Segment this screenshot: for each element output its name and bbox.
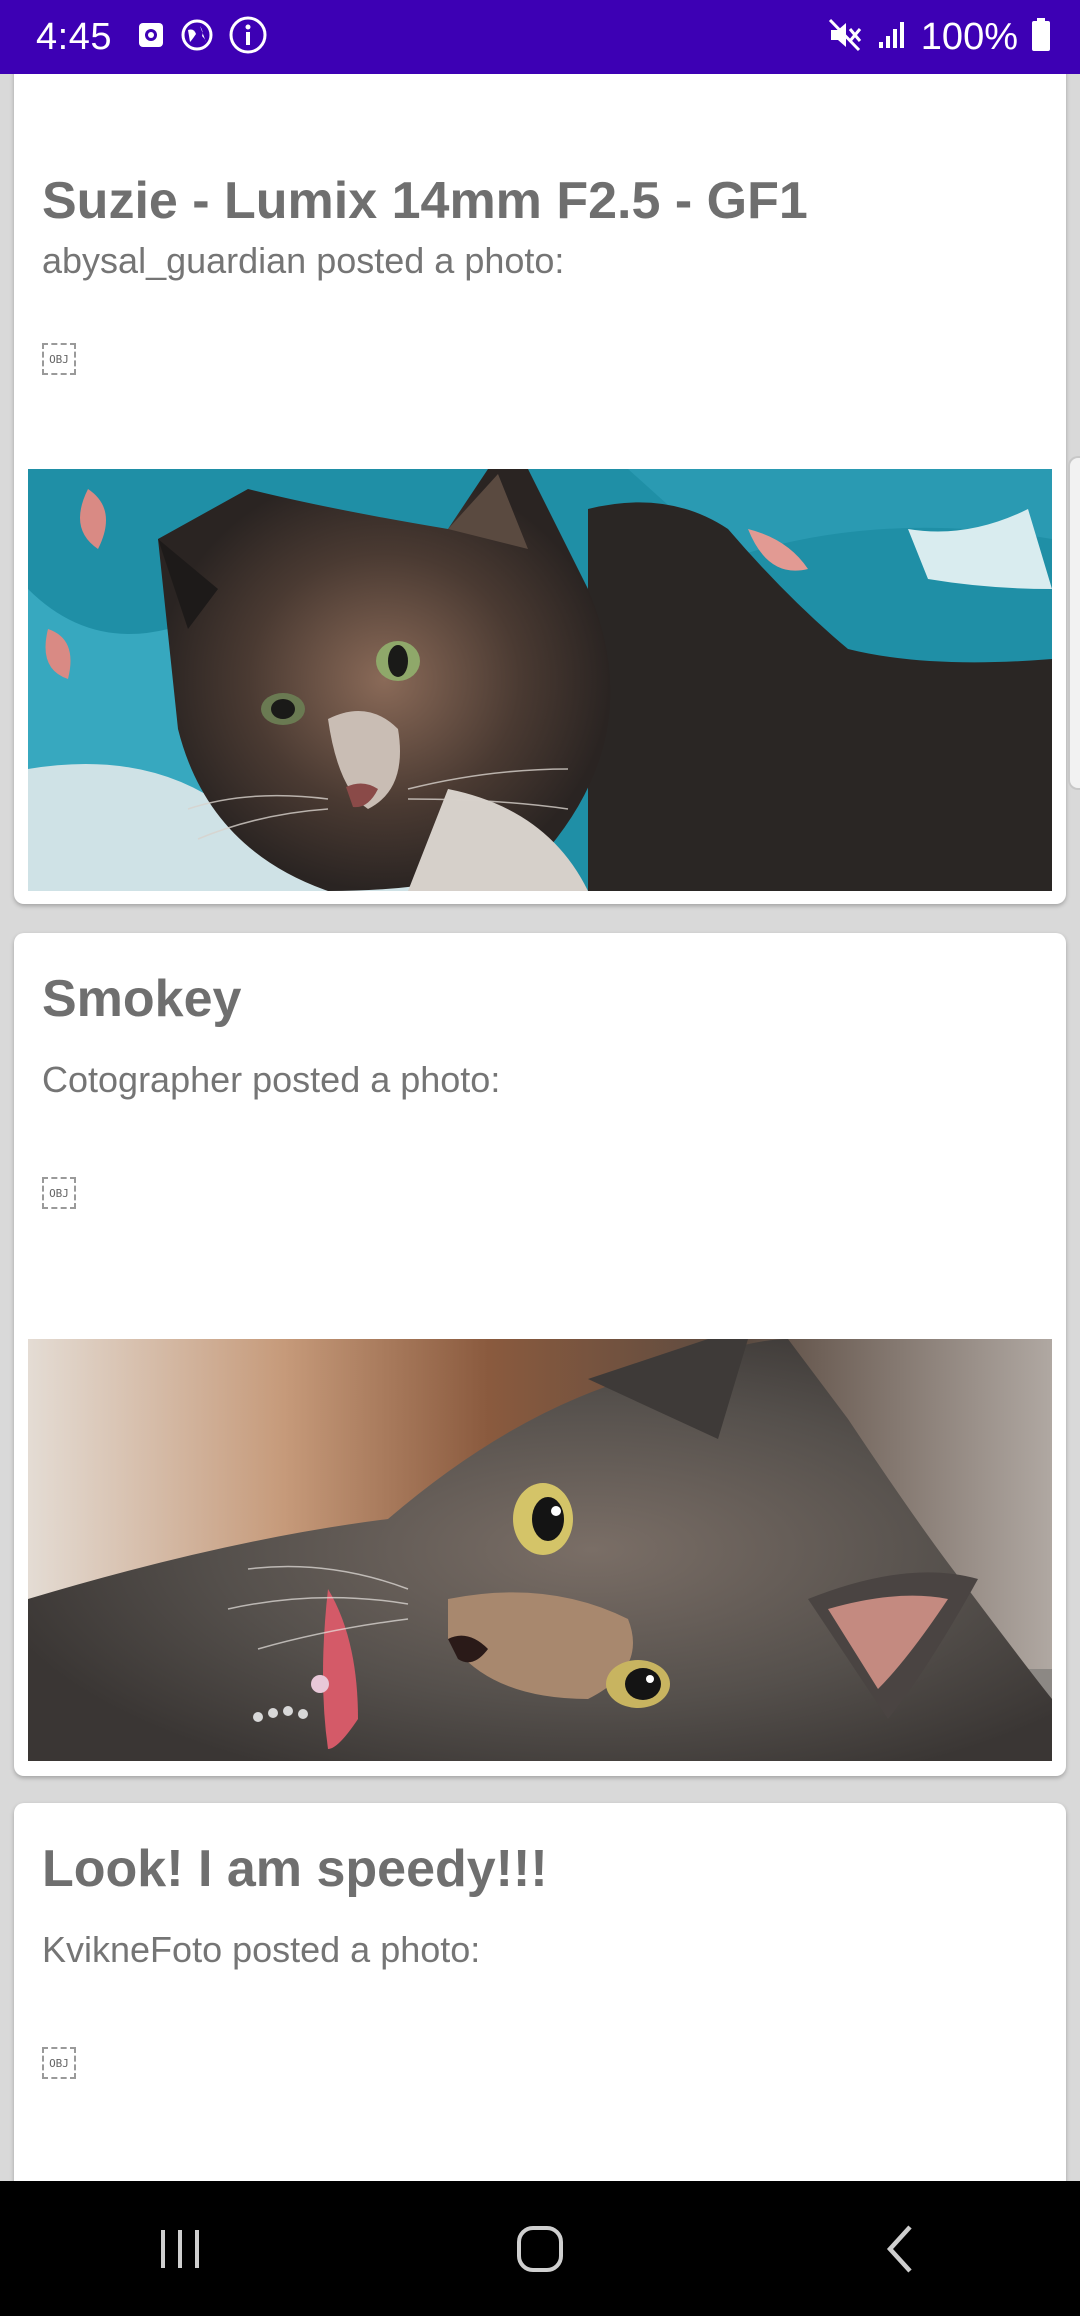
post-title: Suzie - Lumix 14mm F2.5 - GF1 xyxy=(42,172,808,230)
post-author-line: Cotographer posted a photo: xyxy=(42,1059,501,1100)
post-card[interactable]: Smokey Cotographer posted a photo: OBJ xyxy=(14,933,1066,1776)
post-title: Smokey xyxy=(42,970,242,1028)
post-author-line: abysal_guardian posted a photo: xyxy=(42,240,565,281)
post-author-line: KvikneFoto posted a photo: xyxy=(42,1929,481,1970)
post-card[interactable]: Look! I am speedy!!! KvikneFoto posted a… xyxy=(14,1803,1066,2181)
post-title: Look! I am speedy!!! xyxy=(42,1840,548,1898)
home-icon[interactable] xyxy=(480,2199,600,2299)
photo-notification-icon xyxy=(136,20,166,55)
object-placeholder-icon: OBJ xyxy=(42,2047,76,2079)
mute-icon xyxy=(827,17,863,58)
recents-icon[interactable] xyxy=(120,2199,240,2299)
status-time: 4:45 xyxy=(36,15,112,58)
system-nav-bar xyxy=(0,2181,1080,2316)
post-card[interactable]: Suzie - Lumix 14mm F2.5 - GF1 abysal_gua… xyxy=(14,74,1066,904)
vpn-globe-icon xyxy=(180,18,214,57)
status-left-icons xyxy=(136,15,268,60)
status-bar: 4:45 100% xyxy=(0,0,1080,74)
info-icon xyxy=(228,15,268,60)
object-placeholder-icon: OBJ xyxy=(42,1177,76,1209)
signal-icon xyxy=(875,18,909,57)
post-photo[interactable] xyxy=(28,1339,1052,1761)
post-photo[interactable] xyxy=(28,469,1052,891)
back-icon[interactable] xyxy=(840,2199,960,2299)
battery-percent: 100% xyxy=(920,15,1018,58)
status-right-icons: 100% xyxy=(827,16,1052,59)
photo-feed[interactable]: Suzie - Lumix 14mm F2.5 - GF1 abysal_gua… xyxy=(0,74,1080,2181)
scrollbar-handle[interactable] xyxy=(1068,456,1080,790)
battery-icon xyxy=(1030,17,1052,58)
object-placeholder-icon: OBJ xyxy=(42,343,76,375)
